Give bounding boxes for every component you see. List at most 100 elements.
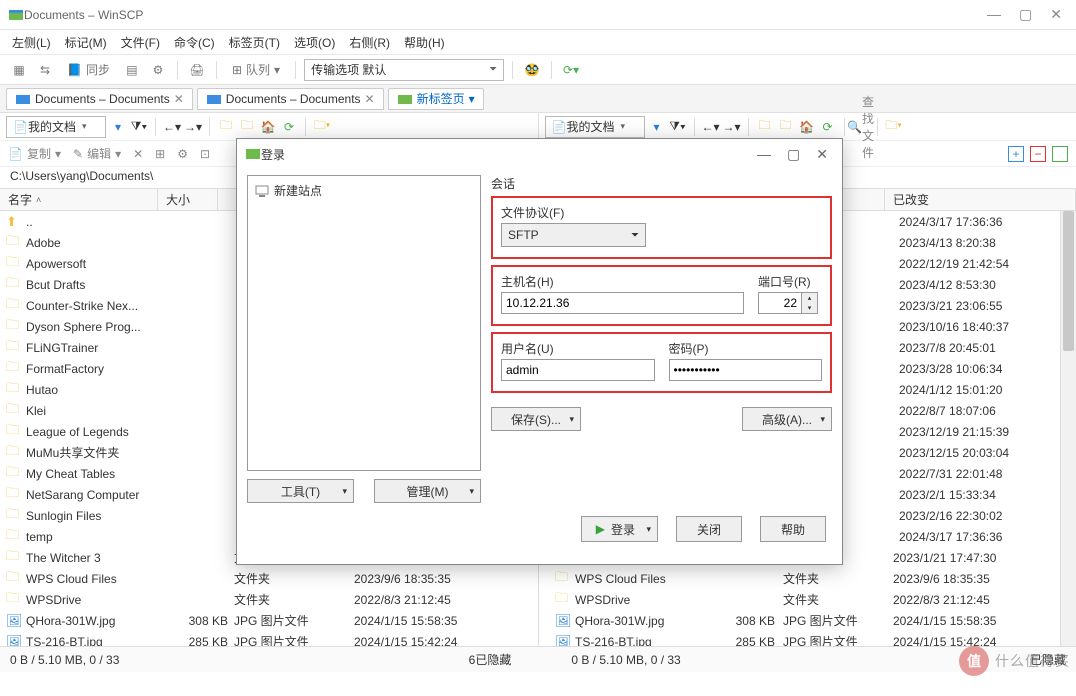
menu-command[interactable]: 命令(C) bbox=[174, 34, 215, 51]
dialog-maximize[interactable]: ▢ bbox=[787, 146, 800, 163]
maximize-button[interactable]: ▢ bbox=[1019, 6, 1032, 23]
file-name: QHora-301W.jpg bbox=[26, 614, 180, 628]
toolbar-icon[interactable]: 🥸 bbox=[521, 59, 543, 81]
folder-icon[interactable]: 🗀▾ bbox=[313, 118, 331, 136]
list-item[interactable]: 🖼 QHora-301W.jpg 308 KB JPG 图片文件 2024/1/… bbox=[539, 610, 1076, 631]
minus-icon[interactable]: − bbox=[1030, 146, 1046, 162]
transfer-options-select[interactable]: 传输选项 默认 bbox=[304, 59, 504, 81]
new-tab-button[interactable]: 新标签页 ▾ bbox=[388, 88, 484, 110]
file-name: Hutao bbox=[26, 383, 180, 397]
delete-icon[interactable]: ✕ bbox=[133, 147, 143, 161]
session-tab[interactable]: Documents – Documents ✕ bbox=[197, 88, 384, 110]
edit-button[interactable]: ✎ 编辑 ▾ bbox=[73, 145, 121, 162]
new-site-item[interactable]: 新建站点 bbox=[252, 180, 476, 201]
menu-right[interactable]: 右侧(R) bbox=[349, 34, 390, 51]
sites-tree[interactable]: 新建站点 bbox=[247, 175, 481, 471]
toolbar-icon[interactable]: ▾ bbox=[109, 118, 127, 136]
list-item[interactable]: 🗀 WPSDrive 文件夹 2022/8/3 21:12:45 bbox=[539, 589, 1076, 610]
file-name: Counter-Strike Nex... bbox=[26, 299, 180, 313]
toolbar-icon[interactable]: ▤ bbox=[121, 59, 143, 81]
toolbar-icon[interactable]: ⚙ bbox=[147, 59, 169, 81]
minimize-button[interactable]: — bbox=[987, 6, 1001, 23]
port-input[interactable] bbox=[758, 292, 802, 314]
close-button[interactable]: ✕ bbox=[1050, 6, 1062, 23]
folder-icon: 🗀 bbox=[6, 274, 22, 296]
menu-tabs[interactable]: 标签页(T) bbox=[229, 34, 280, 51]
list-item[interactable]: 🗀 WPS Cloud Files 文件夹 2023/9/6 18:35:35 bbox=[539, 568, 1076, 589]
back-icon[interactable]: ←▾ bbox=[163, 118, 181, 136]
host-input[interactable] bbox=[501, 292, 744, 314]
tab-label: Documents – Documents bbox=[35, 92, 170, 106]
menu-options[interactable]: 选项(O) bbox=[294, 34, 335, 51]
tab-close-icon[interactable]: ✕ bbox=[365, 92, 375, 106]
path-selector[interactable]: 📄 我的文档 bbox=[6, 116, 106, 138]
advanced-button[interactable]: 高级(A)... bbox=[742, 407, 832, 431]
session-tab[interactable]: Documents – Documents ✕ bbox=[6, 88, 193, 110]
manage-button[interactable]: 管理(M) bbox=[374, 479, 481, 503]
more-icon[interactable]: ⚙ bbox=[177, 147, 188, 161]
port-spinner[interactable]: ▴▾ bbox=[802, 292, 818, 314]
menu-file[interactable]: 文件(F) bbox=[121, 34, 160, 51]
menu-help[interactable]: 帮助(H) bbox=[404, 34, 445, 51]
menu-left[interactable]: 左侧(L) bbox=[12, 34, 51, 51]
home-icon[interactable]: 🏠 bbox=[259, 118, 277, 136]
list-item[interactable]: 🗀 WPS Cloud Files 文件夹 2023/9/6 18:35:35 bbox=[0, 568, 538, 589]
col-changed[interactable]: 已改变 bbox=[885, 189, 1076, 210]
protocol-select[interactable]: SFTP bbox=[501, 223, 646, 247]
close-button[interactable]: 关闭 bbox=[676, 516, 742, 542]
folder-icon[interactable]: 🗀 bbox=[217, 118, 235, 136]
find-icon[interactable]: 🔍 查找文件 bbox=[852, 118, 870, 136]
pass-input[interactable] bbox=[669, 359, 823, 381]
tab-close-icon[interactable]: ✕ bbox=[174, 92, 184, 106]
filter-icon[interactable]: ⧩▾ bbox=[130, 118, 148, 136]
folder-icon[interactable]: 🗀 bbox=[238, 118, 256, 136]
filter-icon[interactable]: ⧩▾ bbox=[669, 118, 687, 136]
queue-button[interactable]: ⊞ 队列 ▾ bbox=[225, 59, 287, 81]
folder-icon[interactable]: 🗀▾ bbox=[885, 118, 903, 136]
toolbar-icon[interactable]: ▦ bbox=[8, 59, 30, 81]
refresh-icon[interactable]: ⟳▾ bbox=[560, 59, 582, 81]
tools-button[interactable]: 工具(T) bbox=[247, 479, 354, 503]
save-button[interactable]: 保存(S)... bbox=[491, 407, 581, 431]
user-input[interactable] bbox=[501, 359, 655, 381]
list-item[interactable]: 🖼 QHora-301W.jpg 308 KB JPG 图片文件 2024/1/… bbox=[0, 610, 538, 631]
toolbar-icon[interactable]: ⇆ bbox=[34, 59, 56, 81]
toolbar-icon[interactable]: ▾ bbox=[648, 118, 666, 136]
scrollbar-thumb[interactable] bbox=[1063, 211, 1074, 351]
computer-icon bbox=[254, 183, 270, 199]
col-size[interactable]: 大小 bbox=[158, 189, 218, 210]
file-date: 2022/8/3 21:12:45 bbox=[354, 593, 484, 607]
file-date: 2023/1/21 17:47:30 bbox=[885, 551, 996, 565]
host-label: 主机名(H) bbox=[501, 273, 744, 290]
list-item[interactable]: 🗀 WPSDrive 文件夹 2022/8/3 21:12:45 bbox=[0, 589, 538, 610]
forward-icon[interactable]: →▾ bbox=[184, 118, 202, 136]
status-bar: 0 B / 5.10 MB, 0 / 33 6已隐藏 0 B / 5.10 MB… bbox=[0, 646, 1076, 672]
path-selector[interactable]: 📄 我的文档 bbox=[545, 116, 645, 138]
dialog-close[interactable]: ✕ bbox=[816, 146, 828, 163]
back-icon[interactable]: ←▾ bbox=[702, 118, 720, 136]
props-icon[interactable]: ⊞ bbox=[155, 147, 165, 161]
col-name[interactable]: 名字 ˄ bbox=[0, 189, 158, 210]
login-button[interactable]: ▶登录 bbox=[581, 516, 658, 542]
protocol-label: 文件协议(F) bbox=[501, 204, 822, 221]
home-icon[interactable]: 🏠 bbox=[798, 118, 816, 136]
check-icon[interactable] bbox=[1052, 146, 1068, 162]
toolbar-icon[interactable]: 🖨 bbox=[186, 59, 208, 81]
scrollbar[interactable] bbox=[1060, 211, 1076, 646]
refresh-icon[interactable]: ⟳ bbox=[280, 118, 298, 136]
help-button[interactable]: 帮助 bbox=[760, 516, 826, 542]
refresh-icon[interactable]: ⟳ bbox=[819, 118, 837, 136]
folder-icon[interactable]: 🗀 bbox=[777, 118, 795, 136]
forward-icon[interactable]: →▾ bbox=[723, 118, 741, 136]
file-name: Klei bbox=[26, 404, 180, 418]
copy-button[interactable]: 📄 复制 ▾ bbox=[8, 145, 61, 162]
list-item[interactable]: 🖼 TS-216-BT.jpg 285 KB JPG 图片文件 2024/1/1… bbox=[0, 631, 538, 646]
menu-mark[interactable]: 标记(M) bbox=[65, 34, 107, 51]
folder-icon[interactable]: 🗀 bbox=[756, 118, 774, 136]
plus-icon[interactable]: + bbox=[1008, 146, 1024, 162]
sync-button[interactable]: 📘 同步 bbox=[60, 59, 117, 81]
file-date: 2024/3/17 17:36:36 bbox=[891, 530, 1002, 544]
dialog-minimize[interactable]: — bbox=[757, 146, 771, 163]
list-item[interactable]: 🖼 TS-216-BT.jpg 285 KB JPG 图片文件 2024/1/1… bbox=[539, 631, 1076, 646]
more-icon[interactable]: ⊡ bbox=[200, 147, 210, 161]
